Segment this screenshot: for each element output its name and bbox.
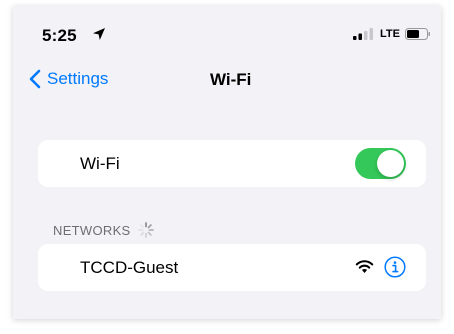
status-time: 5:25 xyxy=(42,26,77,45)
network-name: TCCD-Guest xyxy=(80,258,179,277)
networks-section-header: NETWORKS xyxy=(53,221,155,239)
navigation-bar: Settings Wi-Fi xyxy=(13,56,441,106)
back-button[interactable]: Settings xyxy=(29,69,108,89)
wifi-toggle-label: Wi-Fi xyxy=(80,154,120,173)
status-bar: 5:25 LTE xyxy=(13,6,441,56)
signal-icon xyxy=(353,28,374,40)
wifi-toggle-row: Wi-Fi xyxy=(38,140,426,187)
info-icon[interactable] xyxy=(384,256,406,278)
battery-icon xyxy=(405,28,430,40)
chevron-left-icon xyxy=(29,69,41,89)
wifi-toggle-switch[interactable] xyxy=(355,148,406,179)
settings-screen: 5:25 LTE Settings Wi-Fi Wi-Fi NETWORKS T… xyxy=(13,6,441,319)
back-button-label: Settings xyxy=(47,69,109,88)
network-row[interactable]: TCCD-Guest xyxy=(38,244,426,291)
status-indicators: LTE xyxy=(353,27,431,41)
loading-spinner-icon xyxy=(137,222,154,238)
wifi-signal-icon xyxy=(355,260,374,273)
network-type-label: LTE xyxy=(380,28,400,40)
page-title: Wi-Fi xyxy=(210,70,252,89)
networks-header-label: NETWORKS xyxy=(53,222,131,238)
location-icon xyxy=(93,28,105,40)
toggle-knob xyxy=(377,150,404,177)
